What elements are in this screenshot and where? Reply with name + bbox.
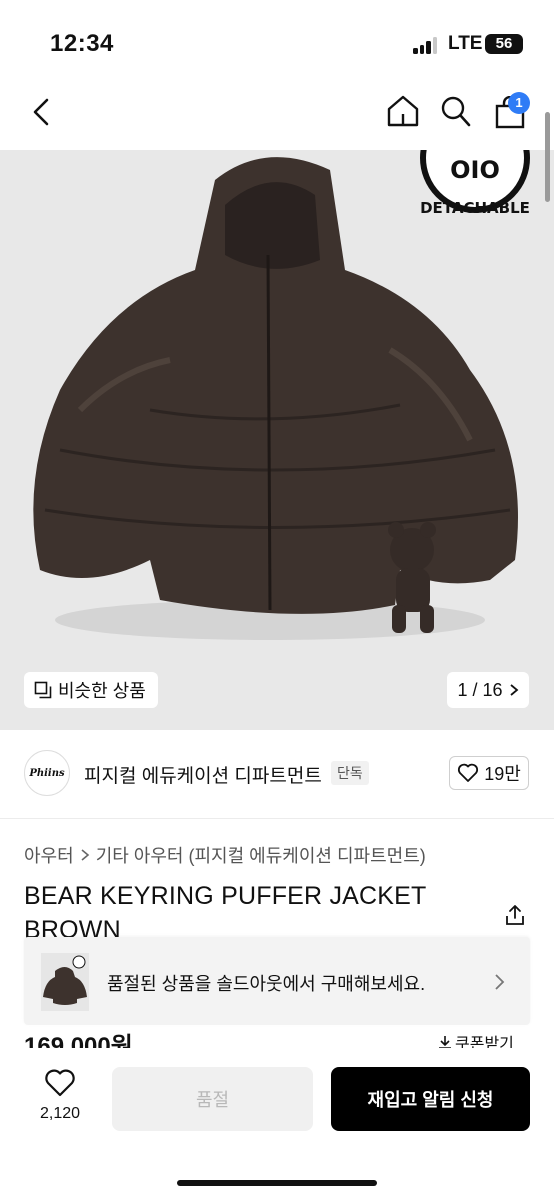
- chevron-left-icon[interactable]: [30, 98, 54, 126]
- product-image: OIO DETACHABLE: [33, 150, 530, 640]
- category-path[interactable]: 기타 아우터 (피지컬 에듀케이션 디파트먼트): [96, 842, 426, 868]
- home-icon[interactable]: [386, 94, 420, 128]
- brand-like-count: 19만: [484, 764, 521, 784]
- svg-text:OIO: OIO: [450, 156, 500, 184]
- pager-text: 1 / 16: [457, 679, 503, 700]
- heart-icon: [458, 763, 479, 782]
- wishlist-count: 2,120: [39, 1105, 81, 1122]
- status-bar: 12:34 LTE 56: [0, 0, 554, 80]
- status-time: 12:34: [50, 30, 114, 57]
- chevron-right-icon: [81, 849, 89, 861]
- exclusive-badge: 단독: [331, 761, 369, 785]
- battery-icon: 56: [485, 34, 523, 54]
- similar-products-button[interactable]: 비슷한 상품: [24, 672, 158, 708]
- brand-name[interactable]: 피지컬 에듀케이션 디파트먼트: [84, 761, 322, 788]
- home-indicator[interactable]: [177, 1180, 377, 1186]
- heart-icon: [45, 1069, 75, 1097]
- signal-icon: [413, 36, 439, 54]
- banner-thumbnail: [41, 953, 89, 1011]
- share-icon[interactable]: [503, 903, 527, 927]
- network-label: LTE: [448, 33, 483, 54]
- category-root[interactable]: 아우터: [24, 842, 74, 868]
- product-image-carousel[interactable]: OIO DETACHABLE: [0, 150, 554, 730]
- wishlist-button[interactable]: [30, 1068, 90, 1103]
- brand-like-button[interactable]: 19만: [449, 756, 529, 790]
- similar-products-label: 비슷한 상품: [58, 681, 146, 701]
- chevron-right-icon: [495, 974, 505, 990]
- soldout-banner[interactable]: 품절된 상품을 솔드아웃에서 구매해보세요.: [24, 937, 530, 1025]
- chevron-right-icon: [509, 684, 518, 696]
- brand-logo[interactable]: Phiins: [24, 750, 70, 796]
- search-icon[interactable]: [440, 95, 472, 129]
- divider: [0, 818, 554, 819]
- download-icon: [439, 1036, 451, 1049]
- soldout-button: 품절: [112, 1067, 313, 1131]
- copy-icon: [34, 681, 52, 699]
- cart-count-badge: 1: [508, 92, 530, 114]
- breadcrumb: 아우터 기타 아우터 (피지컬 에듀케이션 디파트먼트): [24, 842, 426, 868]
- soldout-banner-text: 품절된 상품을 솔드아웃에서 구매해보세요.: [107, 974, 426, 994]
- scrollbar[interactable]: [545, 112, 550, 202]
- detachable-text: DETACHABLE: [420, 199, 530, 217]
- restock-alert-button[interactable]: 재입고 알림 신청: [331, 1067, 530, 1131]
- image-pager[interactable]: 1 / 16: [447, 672, 529, 708]
